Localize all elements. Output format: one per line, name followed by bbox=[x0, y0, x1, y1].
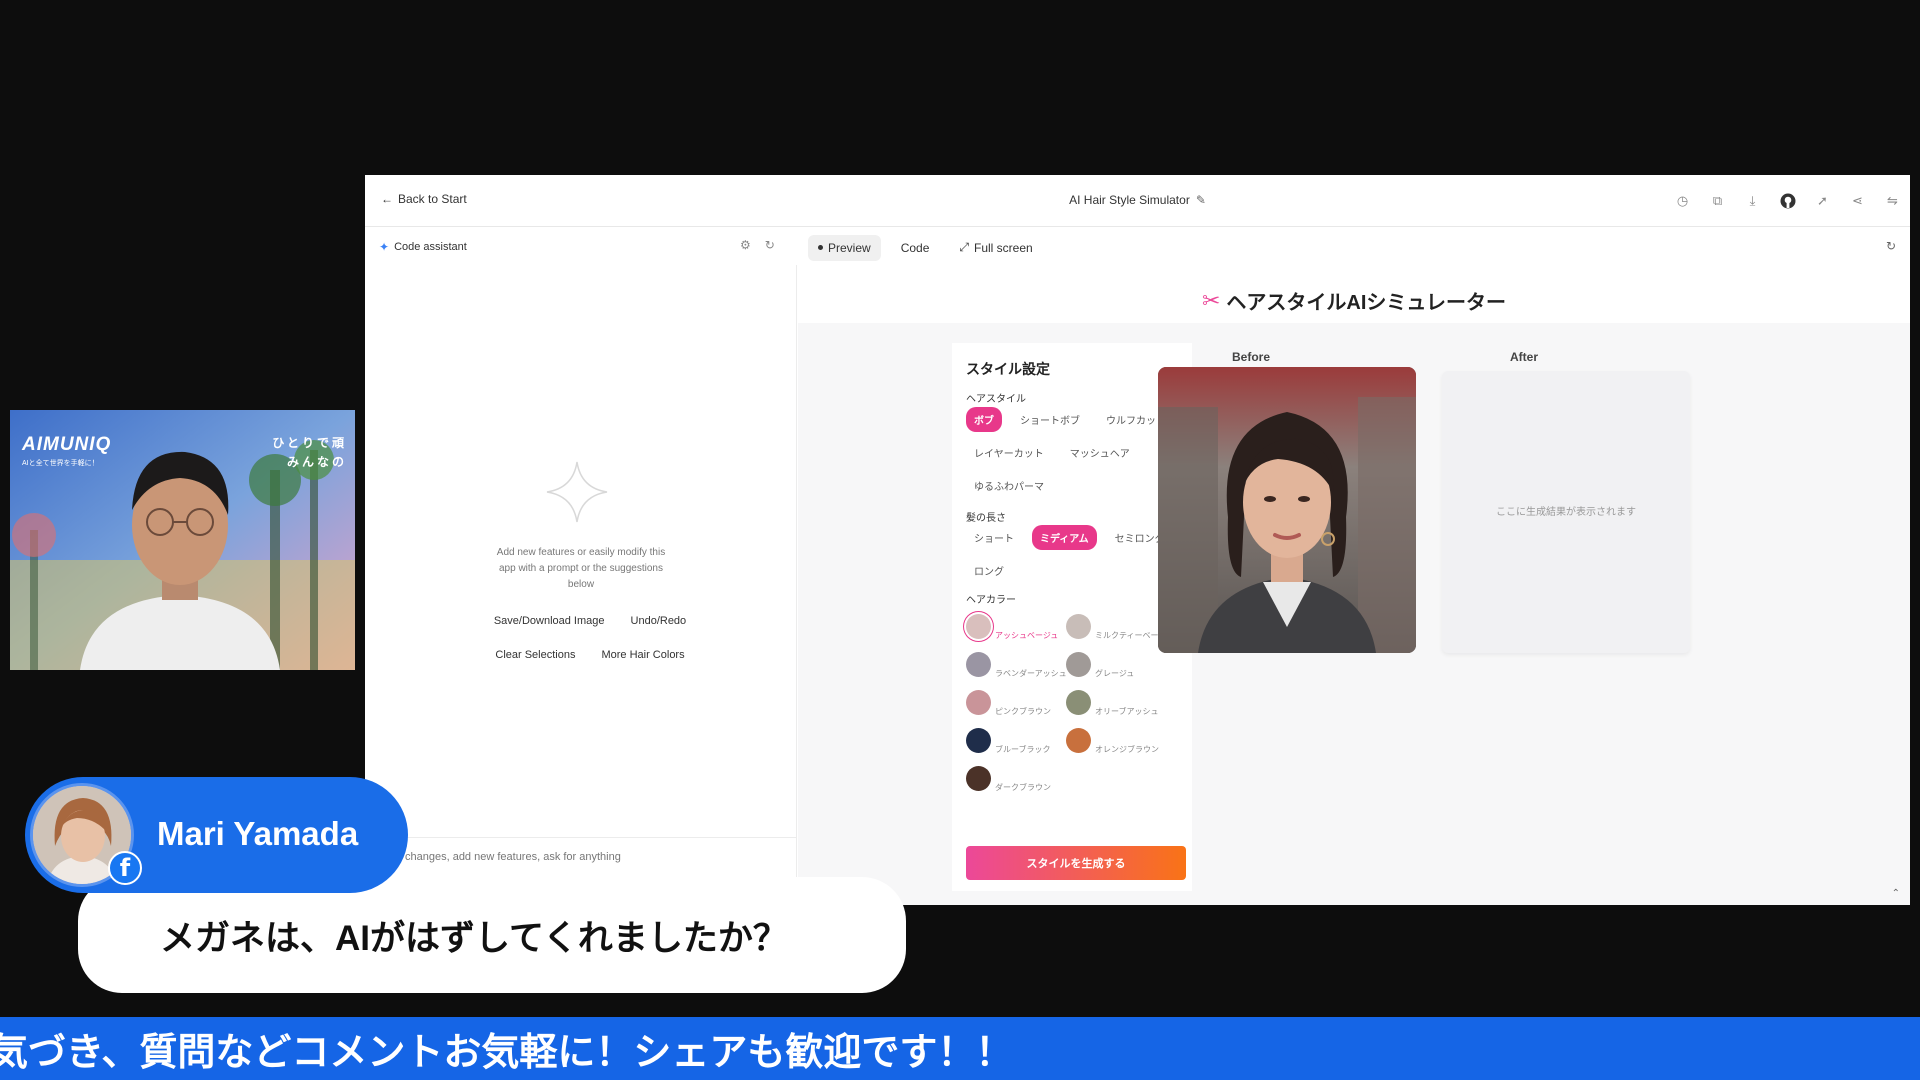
color-swatch[interactable] bbox=[966, 728, 991, 753]
color-swatch[interactable] bbox=[1066, 652, 1091, 677]
tab-full-screen[interactable]: ⤢ Full screen bbox=[949, 234, 1042, 261]
generate-style-button[interactable]: スタイルを生成する bbox=[966, 846, 1186, 880]
scissors-logo-icon: ✂ bbox=[1201, 287, 1221, 313]
color-swatch[interactable] bbox=[966, 614, 991, 639]
cam-tagline: AIと全て世界を手軽に！ bbox=[22, 460, 99, 467]
length-option[interactable]: ロング bbox=[966, 558, 1012, 583]
expand-icon: ⤢ bbox=[959, 240, 969, 254]
settings-gear-icon[interactable]: ⚙ bbox=[740, 238, 751, 252]
color-name: ピンクブラウン bbox=[995, 707, 1051, 716]
hairstyle-option[interactable]: ショートボブ bbox=[1012, 407, 1088, 432]
color-name: グレージュ bbox=[1095, 669, 1135, 678]
color-name: ラベンダーアッシュ bbox=[995, 669, 1067, 678]
comment-text: メガネは、AIがはずしてくれましたか？ bbox=[160, 918, 788, 958]
webcam-feed: AIMUNIQ AIと全て世界を手軽に！ ひとりで頑 みんなの bbox=[10, 410, 355, 670]
copy-icon[interactable]: ⧉ bbox=[1708, 191, 1727, 210]
chat-panel: Add new features or easily modify this a… bbox=[365, 265, 797, 905]
app-window: ← Back to Start AI Hair Style Simulator ✎… bbox=[365, 175, 1910, 905]
suggestion-undo-redo[interactable]: Undo/Redo bbox=[623, 610, 695, 632]
suggestions: Save/Download Image Undo/Redo Clear Sele… bbox=[455, 610, 725, 666]
hairstyle-option[interactable]: レイヤーカット bbox=[966, 440, 1052, 465]
ticker-text: 気づき、質問などコメントお気軽に！シェアも歓迎です！！ bbox=[0, 1032, 1014, 1074]
cam-brand-logo: AIMUNIQ bbox=[22, 434, 112, 455]
hair-color-option[interactable]: アッシュベージュ bbox=[966, 611, 1066, 640]
toolbar-icons: ◷ ⧉ ⤓ ➚ ⋖ ⇋ bbox=[1673, 191, 1902, 210]
chevron-up-icon[interactable]: ⌃ bbox=[1892, 888, 1900, 899]
tab-preview[interactable]: Preview bbox=[808, 234, 881, 261]
color-name: ダークブラウン bbox=[995, 783, 1051, 792]
hairstyle-option[interactable]: マッシュヘア bbox=[1062, 440, 1138, 465]
length-option[interactable]: ミディアム bbox=[1032, 525, 1097, 550]
hair-color-option[interactable]: オリーブアッシュ bbox=[1066, 687, 1176, 716]
download-icon[interactable]: ⤓ bbox=[1743, 191, 1762, 210]
hairstyle-option[interactable]: ゆるふわパーマ bbox=[966, 473, 1052, 498]
history-icon[interactable]: ◷ bbox=[1673, 191, 1692, 210]
after-label: After bbox=[1510, 350, 1539, 364]
color-name: ブルーブラック bbox=[995, 745, 1051, 754]
facebook-icon: f bbox=[108, 851, 142, 885]
cam-slogan: ひとりで頑 みんなの bbox=[272, 436, 347, 469]
dot-icon bbox=[818, 245, 823, 250]
hair-length-options: ショート ミディアム セミロング ロング bbox=[966, 525, 1176, 583]
color-swatch[interactable] bbox=[966, 690, 991, 715]
hairstyle-options: ボブ ショートボブ ウルフカット レイヤーカット マッシュヘア ゆるふわパーマ bbox=[966, 407, 1176, 498]
comment-bubble: メガネは、AIがはずしてくれましたか？ bbox=[78, 877, 906, 993]
hairstyle-label: ヘアスタイル bbox=[966, 394, 1026, 405]
sparkle-icon: ✦ bbox=[379, 240, 390, 254]
after-placeholder-text: ここに生成結果が表示されます bbox=[1496, 507, 1636, 518]
color-swatch[interactable] bbox=[1066, 728, 1091, 753]
share-icon[interactable]: ⋖ bbox=[1848, 191, 1867, 210]
length-option[interactable]: ショート bbox=[966, 525, 1022, 550]
github-icon[interactable] bbox=[1778, 191, 1797, 210]
tab-code[interactable]: Code bbox=[891, 235, 940, 261]
suggestion-save-download[interactable]: Save/Download Image bbox=[486, 610, 613, 632]
edit-pencil-icon[interactable]: ✎ bbox=[1196, 193, 1206, 207]
chat-input[interactable]: changes, add new features, ask for anyth… bbox=[365, 837, 797, 877]
preview-body: スタイル設定 ヘアスタイル ボブ ショートボブ ウルフカット レイヤーカット マ… bbox=[798, 323, 1910, 905]
hair-color-options: アッシュベージュ ミルクティーベージュ ラベンダーアッシュ グレージュ ピンクブラウンオ… bbox=[966, 611, 1186, 792]
suggestion-clear-selections[interactable]: Clear Selections bbox=[487, 644, 583, 666]
color-swatch[interactable] bbox=[966, 652, 991, 677]
hair-color-option[interactable]: グレージュ bbox=[1066, 649, 1176, 678]
before-photo bbox=[1158, 367, 1416, 653]
refresh-preview-icon[interactable]: ↻ bbox=[1886, 239, 1896, 253]
style-settings-title: スタイル設定 bbox=[966, 361, 1050, 377]
reload-icon[interactable]: ↻ bbox=[765, 238, 775, 252]
hair-color-label: ヘアカラー bbox=[966, 595, 1016, 606]
hair-length-label: 髪の長さ bbox=[966, 513, 1006, 524]
hairstyle-option[interactable]: ボブ bbox=[966, 407, 1002, 432]
top-bar: ← Back to Start AI Hair Style Simulator ✎… bbox=[365, 175, 1910, 227]
color-swatch[interactable] bbox=[966, 766, 991, 791]
color-swatch[interactable] bbox=[1066, 614, 1091, 639]
chat-panel-icons: ⚙ ↻ bbox=[740, 238, 775, 252]
deploy-rocket-icon[interactable]: ➚ bbox=[1813, 191, 1832, 210]
color-name: オレンジブラウン bbox=[1095, 745, 1159, 754]
hair-color-option[interactable]: ダークブラウン bbox=[966, 763, 1066, 792]
more-icon[interactable]: ⇋ bbox=[1883, 191, 1902, 210]
style-settings-card: スタイル設定 ヘアスタイル ボブ ショートボブ ウルフカット レイヤーカット マ… bbox=[952, 343, 1192, 891]
commenter-name-pill: f Mari Yamada bbox=[25, 777, 408, 893]
color-name: アッシュベージュ bbox=[995, 631, 1059, 640]
hair-color-option[interactable]: ブルーブラック bbox=[966, 725, 1066, 754]
before-label: Before bbox=[1232, 350, 1271, 364]
code-assistant-label: ✦ Code assistant bbox=[379, 240, 467, 254]
commenter-name: Mari Yamada bbox=[157, 815, 359, 852]
hair-color-option[interactable]: ラベンダーアッシュ bbox=[966, 649, 1067, 678]
page-title: ✂ ヘアスタイルAIシミュレーター bbox=[1201, 287, 1507, 315]
hair-color-option[interactable]: ピンクブラウン bbox=[966, 687, 1066, 716]
after-result-area: ここに生成結果が表示されます bbox=[1442, 371, 1690, 653]
chat-hint: Add new features or easily modify this a… bbox=[496, 547, 666, 590]
hair-color-option[interactable]: オレンジブラウン bbox=[1066, 725, 1176, 754]
app-preview: ✂ ヘアスタイルAIシミュレーター スタイル設定 ヘアスタイル ボブ ショートボ… bbox=[798, 265, 1910, 905]
color-name: オリーブアッシュ bbox=[1095, 707, 1159, 716]
suggestion-more-hair-colors[interactable]: More Hair Colors bbox=[593, 644, 692, 666]
color-swatch[interactable] bbox=[1066, 690, 1091, 715]
sub-toolbar: ✦ Code assistant ⚙ ↻ Preview Code ⤢ Full … bbox=[365, 227, 1910, 265]
ticker-bar: 気づき、質問などコメントお気軽に！シェアも歓迎です！！ bbox=[0, 1017, 1920, 1080]
view-tabs: Preview Code ⤢ Full screen bbox=[808, 234, 1043, 261]
sparkle-placeholder-icon bbox=[546, 461, 608, 523]
